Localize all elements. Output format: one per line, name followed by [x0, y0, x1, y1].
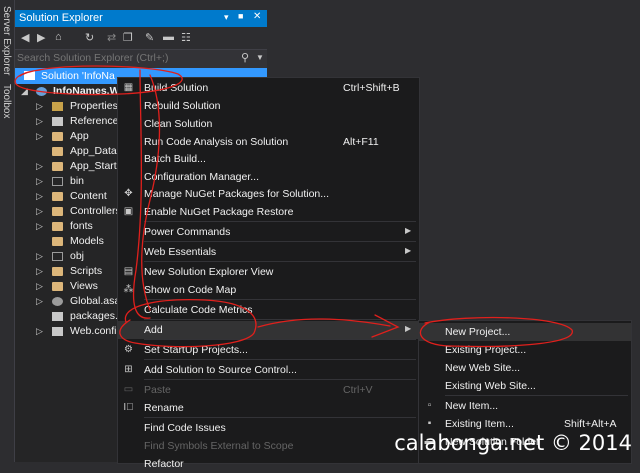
- add-annotation-circle: [119, 299, 257, 348]
- red-annotation-overlay: [14, 65, 573, 348]
- new-project-annotation-circle: [419, 316, 573, 348]
- annotation-arrow-line: [257, 318, 391, 328]
- annotation-stroke: [132, 69, 151, 319]
- solution-annotation-circle: [14, 65, 183, 96]
- annotation-arrowhead: [371, 314, 400, 338]
- annotation-stroke: [141, 74, 161, 311]
- watermark: calabonga.net © 2014: [394, 431, 632, 455]
